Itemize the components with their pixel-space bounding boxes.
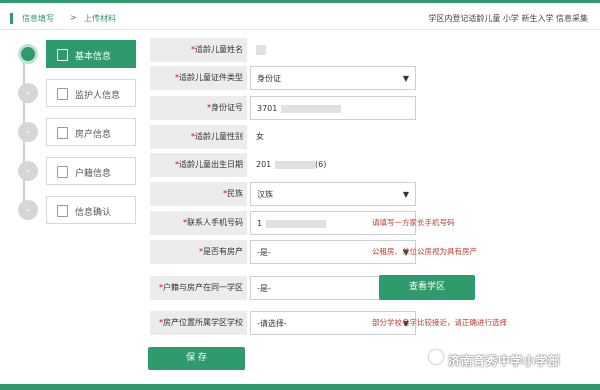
field-label: *适龄儿童性别	[150, 125, 247, 149]
breadcrumb-upload-materials[interactable]: 上传材料	[84, 13, 116, 24]
field-label: *是否有房产	[150, 240, 247, 264]
step-indicator: ⌄	[18, 83, 38, 103]
sidebar-item-property-info[interactable]: ⌄ 房产信息	[14, 118, 136, 146]
hourglass-icon	[57, 205, 68, 217]
school-hint: 部分学校名字比较接近，请正确进行选择	[372, 318, 507, 327]
step-indicator-active	[18, 44, 38, 64]
register-icon	[57, 166, 68, 178]
top-bar: 信息填写 > 上传材料 学区内登记适龄儿童 小学 新生入学 信息采集	[0, 0, 600, 30]
sidebar-item-guardian-info[interactable]: ⌄ 监护人信息	[14, 79, 136, 107]
sidebar-item-label: 户籍信息	[75, 169, 112, 179]
redacted-value	[275, 160, 316, 169]
sidebar-item-confirm-info[interactable]: ⌄ 信息确认	[14, 196, 136, 224]
child-name-field[interactable]	[250, 38, 366, 62]
caret-down-icon: ▼	[402, 190, 409, 199]
chevron-down-icon: ⌄	[24, 204, 32, 213]
watermark-text: 济南育秀中学小学部	[448, 354, 561, 368]
breadcrumb-separator: >	[70, 13, 77, 22]
caret-down-icon: ▼	[402, 74, 409, 83]
redacted-value	[266, 219, 327, 228]
field-label: *民族	[150, 182, 247, 206]
field-label: *适龄儿童证件类型	[150, 66, 247, 90]
breadcrumb-accent-bar	[10, 13, 13, 24]
sidebar-item-label: 监护人信息	[75, 91, 121, 101]
field-label: *联系人手机号码	[150, 211, 247, 235]
chevron-down-icon: ⌄	[24, 165, 32, 174]
chevron-down-icon: ⌄	[24, 126, 32, 135]
step-indicator: ⌄	[18, 161, 38, 181]
sidebar-item-label: 基本信息	[75, 52, 112, 62]
sidebar-item-label: 信息确认	[75, 208, 112, 218]
sidebar-item-household-info[interactable]: ⌄ 户籍信息	[14, 157, 136, 185]
field-label: *房产位置所属学区学校	[150, 311, 247, 335]
has-property-hint: 公租房、单位公房视为具有房产	[372, 247, 477, 256]
house-icon	[57, 127, 68, 139]
sidebar-item-label: 房产信息	[75, 130, 112, 140]
chevron-down-icon: ⌄	[24, 87, 32, 96]
redacted-value	[281, 104, 342, 113]
redacted-value	[256, 44, 266, 55]
page-context-title: 学区内登记适龄儿童 小学 新生入学 信息采集	[428, 14, 588, 23]
id-number-field[interactable]: 3701	[250, 96, 416, 120]
field-label: *身份证号	[150, 96, 247, 120]
user-card-icon	[57, 88, 68, 100]
save-button[interactable]: 保 存	[148, 347, 245, 370]
wechat-icon	[429, 350, 443, 364]
contact-phone-hint: 请填写一方家长手机号码	[372, 218, 455, 227]
breadcrumb-info-fill[interactable]: 信息填写	[22, 13, 54, 24]
field-label: *适龄儿童出生日期	[150, 153, 247, 177]
gender-value: 女	[256, 132, 264, 141]
ethnicity-select[interactable]: 汉族 ▼	[250, 182, 416, 206]
step-indicator: ⌄	[18, 200, 38, 220]
step-indicator: ⌄	[18, 122, 38, 142]
id-type-select[interactable]: 身份证 ▼	[250, 66, 416, 90]
document-icon	[57, 49, 68, 61]
check-district-button[interactable]: 查看学区	[379, 275, 475, 300]
field-label: *适龄儿童姓名	[150, 38, 247, 62]
bottom-accent-bar	[0, 384, 600, 390]
sidebar-item-basic-info[interactable]: 基本信息	[14, 40, 136, 68]
birth-date-value: 201	[250, 153, 366, 177]
field-label: *户籍与房产在同一学区	[150, 276, 247, 300]
